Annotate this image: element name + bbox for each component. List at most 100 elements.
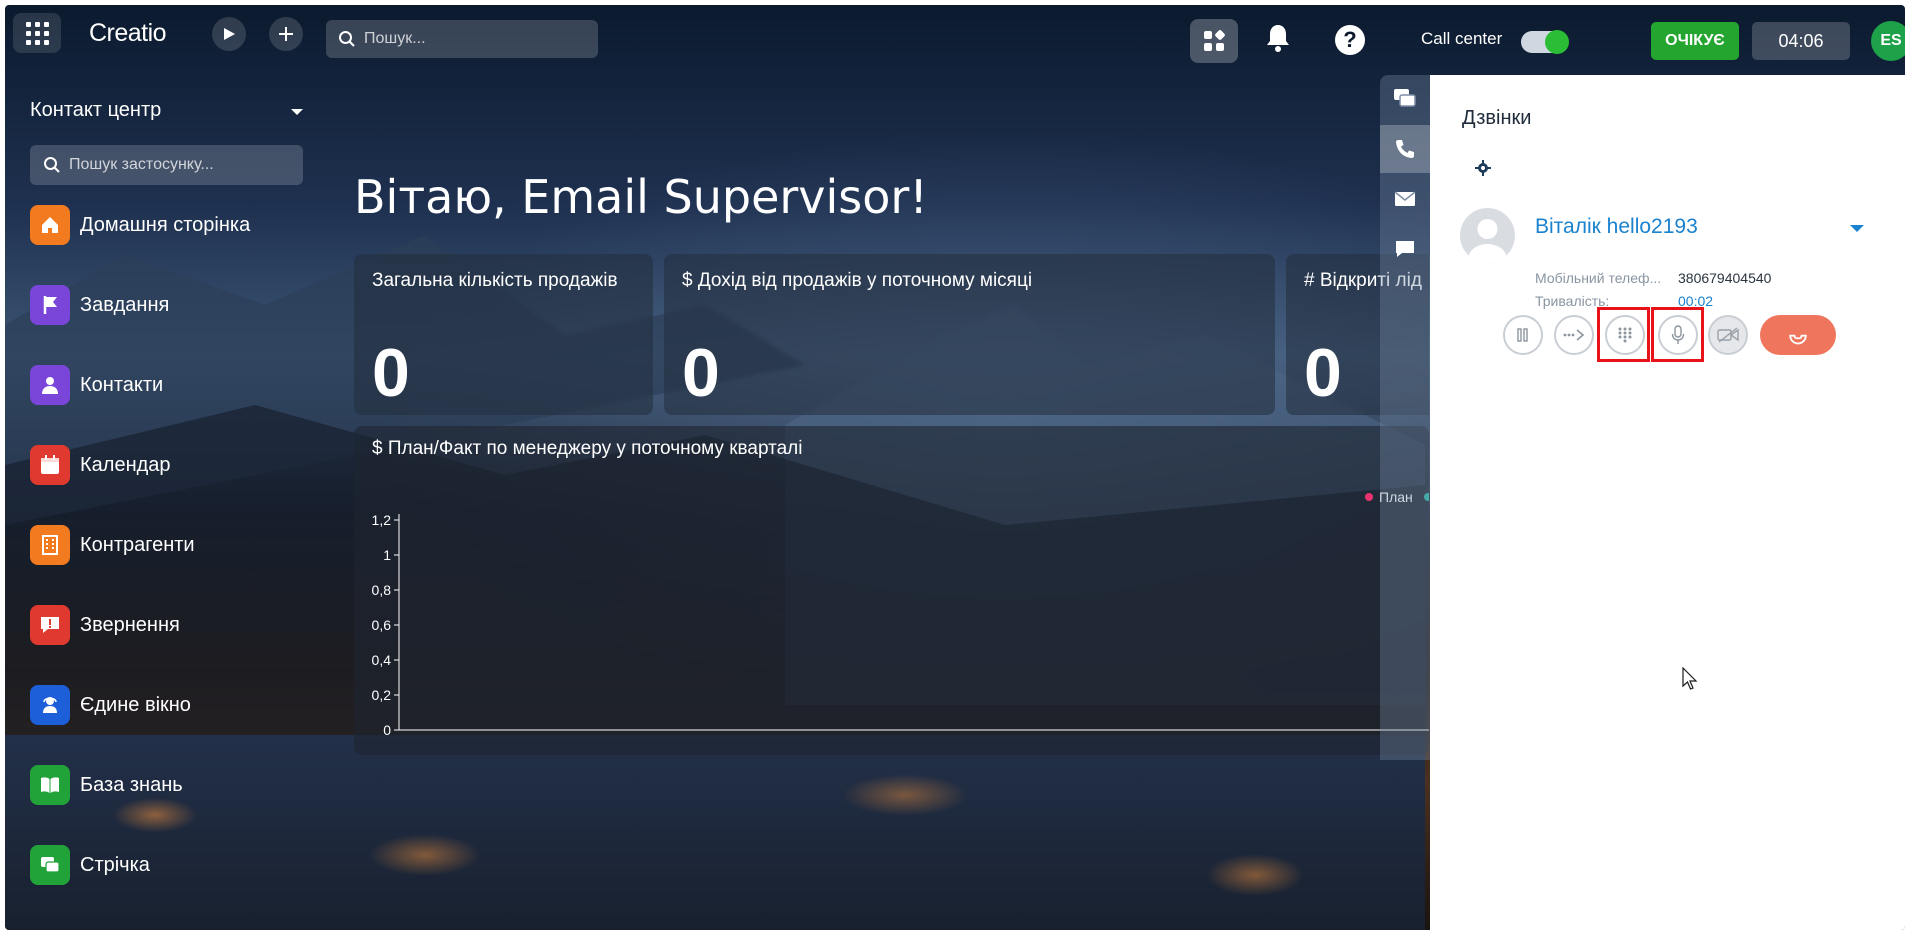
contact-dropdown-icon[interactable]: [1850, 225, 1864, 232]
transfer-button[interactable]: [1554, 315, 1594, 355]
global-search[interactable]: [326, 20, 598, 58]
video-button[interactable]: [1708, 315, 1748, 355]
page-greeting: Вітаю, Email Supervisor!: [354, 170, 928, 224]
person-icon: [30, 365, 70, 405]
app-search-input[interactable]: [69, 156, 289, 174]
callcenter-toggle[interactable]: [1521, 30, 1569, 54]
top-bar: Creatio ? Call center ОЧІКУЄ 04:06 ES: [5, 5, 1905, 63]
sidebar-item-label: База знань: [80, 773, 183, 796]
legend-marker: [1365, 493, 1373, 501]
phone-label: Мобільний телеф...: [1535, 270, 1662, 286]
sidebar-item-2[interactable]: Завдання: [30, 283, 169, 327]
agent-status-badge[interactable]: ОЧІКУЄ: [1651, 22, 1739, 60]
toggle-knob: [1545, 30, 1569, 54]
highlight-mute: [1651, 307, 1704, 362]
sidebar-item-3[interactable]: Контакти: [30, 363, 163, 407]
sidebar-item-7[interactable]: Єдине вікно: [30, 683, 191, 727]
metric-card-value: 0: [1304, 335, 1342, 411]
app-search[interactable]: [30, 145, 303, 185]
notifications-bell-icon[interactable]: [1265, 23, 1291, 53]
metric-card-title: Загальна кількість продажів: [372, 270, 618, 291]
home-icon: [30, 205, 70, 245]
sidebar-item-4[interactable]: Календар: [30, 443, 171, 487]
sidebar-item-label: Домашня сторінка: [80, 213, 251, 236]
metric-card-total-sales[interactable]: Загальна кількість продажів 0: [354, 254, 653, 415]
sidebar-item-label: Звернення: [80, 613, 180, 636]
communication-panel-strip: [1380, 75, 1430, 760]
sidebar-item-1[interactable]: Домашня сторінка: [30, 203, 250, 247]
hold-button[interactable]: [1503, 315, 1543, 355]
feed-icon: [30, 845, 70, 885]
y-tick-label: 1: [383, 547, 391, 563]
chat-tab[interactable]: [1380, 75, 1430, 123]
help-icon[interactable]: ?: [1335, 25, 1365, 55]
pause-icon: [1517, 328, 1528, 342]
app-logo: Creatio: [89, 19, 167, 47]
sidebar-item-5[interactable]: Контрагенти: [30, 523, 195, 567]
metric-card-monthly-revenue[interactable]: $ Дохід від продажів у поточному місяці …: [664, 254, 1275, 415]
metric-card-value: 0: [682, 335, 720, 411]
calls-panel: Дзвінки Віталік hello2193 Мобільний теле…: [1430, 75, 1905, 930]
sidebar-item-8[interactable]: База знань: [30, 763, 183, 807]
y-tick-label: 0,2: [372, 687, 392, 703]
y-tick-label: 0,6: [372, 617, 392, 633]
add-button[interactable]: [269, 17, 303, 51]
chart-plot: 00,20,40,60,811,2План: [372, 489, 1429, 738]
sidebar-item-label: Календар: [80, 453, 171, 476]
sidebar-item-9[interactable]: Стрічка: [30, 843, 150, 887]
dashboard-widgets-button[interactable]: [1190, 19, 1238, 63]
panel-title: Дзвінки: [1462, 107, 1532, 129]
gear-icon[interactable]: [1475, 160, 1491, 176]
sidebar-item-label: Контрагенти: [80, 533, 195, 556]
phone-value: 380679404540: [1678, 270, 1772, 286]
sidebar-item-label: Стрічка: [80, 853, 150, 876]
calls-tab[interactable]: [1380, 125, 1430, 173]
global-search-input[interactable]: [364, 30, 584, 48]
hang-up-button[interactable]: [1760, 315, 1836, 355]
search-icon: [339, 31, 355, 47]
sidebar-item-label: Контакти: [80, 373, 164, 396]
plan-fact-chart: $ План/Факт по менеджеру у поточному ква…: [354, 426, 1429, 755]
plus-icon: [279, 27, 293, 41]
book-icon: [30, 765, 70, 805]
search-icon: [44, 157, 60, 173]
play-icon: [224, 28, 235, 40]
hangup-icon: [1789, 334, 1807, 345]
grid-icon: [25, 21, 49, 45]
calendar-icon: [30, 445, 70, 485]
building-icon: [30, 525, 70, 565]
messages-tab[interactable]: [1380, 225, 1430, 273]
app-window: Creatio ? Call center ОЧІКУЄ 04:06 ES Ко…: [5, 5, 1905, 930]
widgets-icon: [1204, 30, 1225, 51]
flag-icon: [30, 285, 70, 325]
contact-avatar: [1460, 208, 1515, 263]
highlight-dialpad: [1597, 307, 1650, 362]
mouse-cursor-icon: [1682, 667, 1698, 690]
email-tab[interactable]: [1380, 175, 1430, 223]
user-avatar[interactable]: ES: [1871, 21, 1905, 61]
contact-name-link[interactable]: Віталік hello2193: [1535, 215, 1698, 239]
email-icon: [1394, 191, 1416, 206]
y-tick-label: 0: [383, 722, 391, 738]
sidebar-item-label: Завдання: [80, 293, 170, 316]
sidebar-item-6[interactable]: Звернення: [30, 603, 180, 647]
workplace-selector[interactable]: Контакт центр: [30, 99, 161, 122]
y-tick-label: 0,4: [372, 652, 392, 668]
background-hexagons: [5, 735, 1425, 930]
chat-icon: [1394, 89, 1416, 107]
y-tick-label: 0,8: [372, 582, 392, 598]
video-off-icon: [1717, 327, 1739, 343]
message-icon: [1396, 241, 1414, 257]
y-tick-label: 1,2: [372, 512, 392, 528]
run-process-button[interactable]: [212, 17, 246, 51]
alert-chat-icon: [30, 605, 70, 645]
app-menu-button[interactable]: [13, 13, 61, 53]
person-silhouette-icon: [1468, 219, 1507, 263]
status-timer: 04:06: [1752, 22, 1850, 60]
chevron-down-icon[interactable]: [291, 109, 303, 115]
callcenter-label: Call center: [1421, 29, 1503, 48]
metric-card-title: $ Дохід від продажів у поточному місяці: [682, 270, 1033, 291]
phone-icon: [1396, 140, 1414, 158]
metric-card-value: 0: [372, 335, 410, 411]
agent-icon: [30, 685, 70, 725]
